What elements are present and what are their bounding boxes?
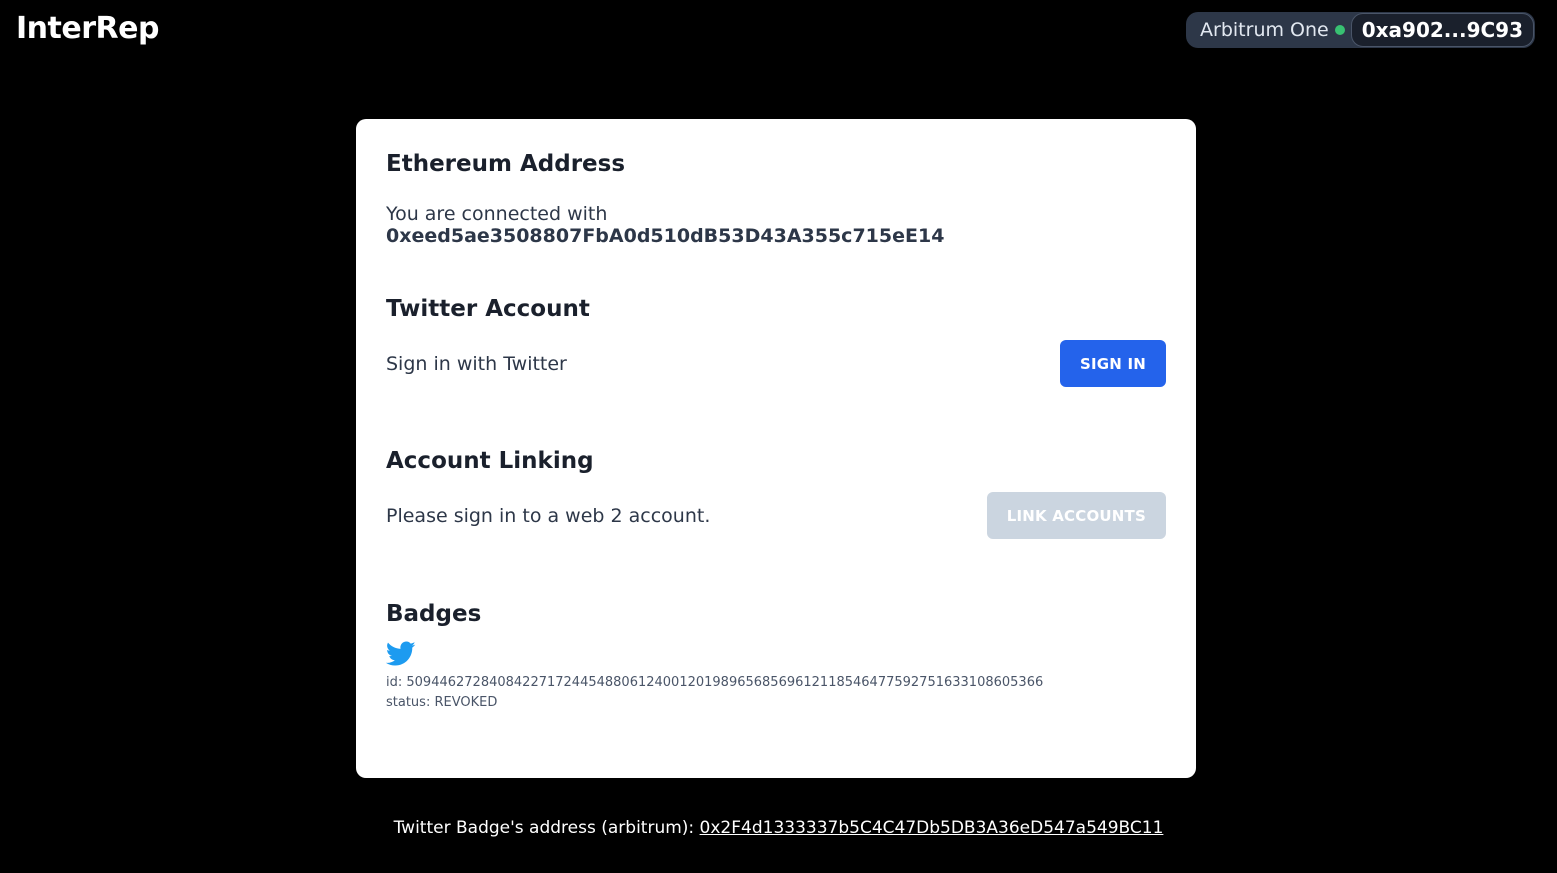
- footer: Twitter Badge's address (arbitrum): 0x2F…: [0, 818, 1557, 838]
- twitter-icon: [385, 641, 1166, 669]
- network-name: Arbitrum One: [1200, 19, 1329, 41]
- badges-section: Badges id: 50944627284084227172445488061…: [385, 599, 1166, 713]
- twitter-signin-text: Sign in with Twitter: [386, 352, 567, 375]
- ethereum-section: Ethereum Address You are connected with …: [386, 149, 1166, 247]
- linking-row: Please sign in to a web 2 account. LINK …: [386, 492, 1166, 539]
- account-address-button[interactable]: 0xa902...9C93: [1350, 13, 1534, 47]
- network-status-dot: [1334, 25, 1345, 35]
- footer-label: Twitter Badge's address (arbitrum):: [393, 818, 695, 838]
- ethereum-connected-prefix: You are connected with: [386, 203, 608, 225]
- badge-status: status: REVOKED: [386, 695, 498, 710]
- badge-id: id: 509446272840842271724454880612400120…: [386, 675, 1044, 690]
- sign-in-button[interactable]: SIGN IN: [1059, 340, 1166, 387]
- ethereum-section-title: Ethereum Address: [386, 151, 626, 177]
- linking-section-title: Account Linking: [386, 448, 594, 474]
- twitter-section-title: Twitter Account: [386, 296, 590, 322]
- ethereum-address: 0xeed5ae3508807FbA0d510dB53D43A355c715eE…: [386, 225, 945, 247]
- badge-contract-link[interactable]: 0x2F4d1333337b5C4C47Db5DB3A36eD547a549BC…: [700, 818, 1164, 838]
- network-selector[interactable]: Arbitrum One 0xa902...9C93: [1186, 12, 1535, 48]
- ethereum-connected-text: You are connected with 0xeed5ae3508807Fb…: [386, 203, 1166, 247]
- link-accounts-button: LINK ACCOUNTS: [986, 492, 1166, 539]
- linking-section: Account Linking Please sign in to a web …: [386, 446, 1166, 550]
- profile-card: Ethereum Address You are connected with …: [356, 119, 1196, 778]
- linking-text: Please sign in to a web 2 account.: [386, 504, 711, 527]
- twitter-section: Twitter Account Sign in with Twitter SIG…: [386, 294, 1166, 397]
- badges-section-title: Badges: [386, 601, 482, 627]
- twitter-signin-row: Sign in with Twitter SIGN IN: [386, 340, 1166, 387]
- app-logo[interactable]: InterRep: [16, 10, 159, 48]
